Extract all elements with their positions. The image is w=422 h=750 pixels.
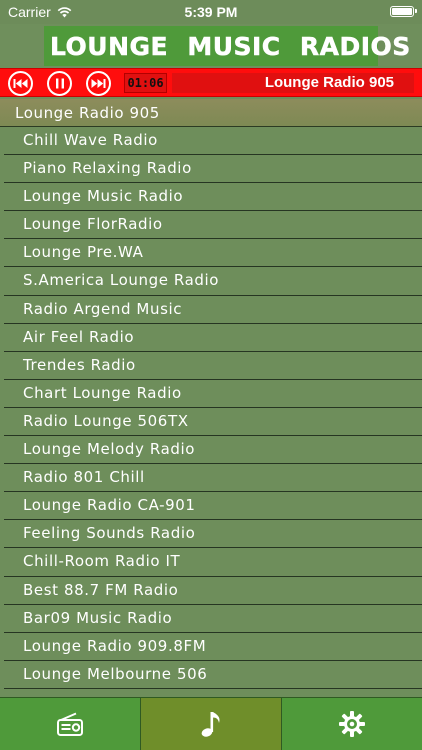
station-item[interactable]: Bar09 Music Radio — [4, 605, 422, 633]
tab-bar — [0, 697, 422, 750]
station-item[interactable]: Air Feel Radio — [4, 324, 422, 352]
station-item[interactable]: Lounge Pre.WA — [4, 239, 422, 268]
station-item[interactable]: Best 88.7 FM Radio — [4, 577, 422, 605]
rewind-icon — [13, 79, 28, 88]
station-item[interactable]: Chill Wave Radio — [4, 127, 422, 156]
status-bar: Carrier 5:39 PM — [0, 0, 422, 24]
station-item[interactable]: Lounge Radio CA-901 — [4, 492, 422, 521]
station-item[interactable]: Trendes Radio — [4, 352, 422, 380]
station-item[interactable]: Lounge Melody Radio — [4, 436, 422, 465]
clock: 5:39 PM — [184, 4, 238, 20]
radio-icon — [57, 712, 83, 736]
station-item[interactable]: Lounge Melbourne 506 — [4, 661, 422, 689]
now-playing-panel: Lounge Radio 905 — [172, 73, 414, 93]
station-item[interactable]: Chart Lounge Radio — [4, 380, 422, 408]
app-title: LOUNGE MUSIC RADIOS — [50, 31, 411, 61]
station-item[interactable]: S.America Lounge Radio — [4, 267, 422, 296]
station-list[interactable]: Lounge Radio 905 Chill Wave Radio Piano … — [0, 99, 422, 697]
station-item[interactable]: Feeling Sounds Radio — [4, 520, 422, 549]
fast-forward-icon — [91, 79, 106, 88]
app-logo: LOUNGE MUSIC RADIOS — [44, 26, 411, 66]
station-item[interactable]: Radio 801 Chill — [4, 464, 422, 493]
tab-settings[interactable] — [282, 698, 422, 750]
current-station-header[interactable]: Lounge Radio 905 — [0, 99, 422, 127]
player-bar: 01:06 Lounge Radio 905 — [0, 68, 422, 97]
elapsed-time: 01:06 — [124, 73, 167, 93]
next-button[interactable] — [86, 71, 111, 96]
station-item[interactable]: Chill-Room Radio IT — [4, 548, 422, 577]
pause-icon — [55, 78, 64, 89]
station-item[interactable]: Radio Lounge 506TX — [4, 408, 422, 437]
station-item[interactable]: Lounge FlorRadio — [4, 211, 422, 240]
station-item[interactable]: Piano Relaxing Radio — [4, 155, 422, 184]
app-header: LOUNGE MUSIC RADIOS — [0, 24, 422, 68]
station-item[interactable]: Lounge Radio 909.8FM — [4, 633, 422, 661]
previous-button[interactable] — [8, 71, 33, 96]
tab-music[interactable] — [140, 698, 282, 750]
battery-icon — [390, 6, 417, 17]
station-item[interactable]: Radio Argend Music — [4, 296, 422, 324]
tab-radio[interactable] — [0, 698, 140, 750]
gear-icon — [339, 711, 365, 737]
music-note-icon — [201, 712, 220, 737]
pause-button[interactable] — [47, 71, 72, 96]
now-playing-title: Lounge Radio 905 — [264, 74, 394, 91]
station-item[interactable]: Lounge Music Radio — [4, 183, 422, 212]
